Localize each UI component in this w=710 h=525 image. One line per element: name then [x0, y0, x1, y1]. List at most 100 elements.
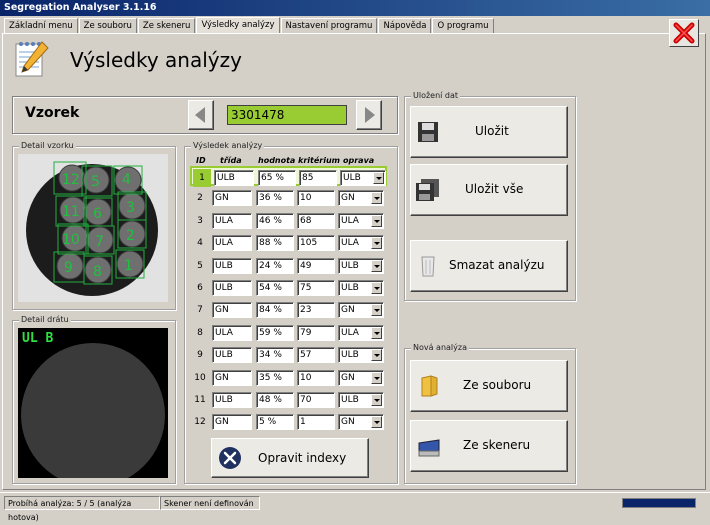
table-row[interactable]: 7 GN 84 % 23 GN	[190, 300, 387, 320]
class-cell[interactable]: GN	[212, 370, 252, 386]
tab-results[interactable]: Výsledky analýzy	[196, 17, 280, 33]
chevron-down-icon[interactable]	[371, 394, 382, 406]
criterion-cell[interactable]: 79	[297, 325, 335, 341]
tab-about[interactable]: O programu	[432, 18, 494, 33]
value-cell-text: 35 %	[259, 373, 282, 383]
chevron-down-icon[interactable]	[373, 172, 384, 184]
criterion-cell[interactable]: 10	[297, 370, 335, 386]
table-row[interactable]: 5 ULB 24 % 49 ULB	[190, 256, 387, 276]
class-cell[interactable]: ULA	[212, 325, 252, 341]
class-cell[interactable]: ULB	[214, 170, 254, 186]
correction-select[interactable]: ULB	[338, 280, 384, 296]
chevron-down-icon[interactable]	[371, 327, 382, 339]
value-cell[interactable]: 34 %	[256, 347, 294, 363]
region-number: 8	[93, 264, 102, 280]
criterion-cell[interactable]: 85	[299, 170, 337, 186]
criterion-cell[interactable]: 49	[297, 258, 335, 274]
delete-analysis-label: Smazat analýzu	[449, 258, 545, 272]
table-row[interactable]: 2 GN 36 % 10 GN	[190, 188, 387, 208]
class-cell[interactable]: GN	[212, 302, 252, 318]
correction-select[interactable]: GN	[338, 302, 384, 318]
correction-select[interactable]: ULB	[338, 347, 384, 363]
value-cell[interactable]: 35 %	[256, 370, 294, 386]
table-row[interactable]: 4 ULA 88 % 105 ULA	[190, 233, 387, 253]
tab-from-scanner[interactable]: Ze skeneru	[137, 18, 196, 33]
criterion-cell-text: 49	[300, 261, 312, 271]
class-cell-text: GN	[215, 193, 229, 203]
value-cell-text: 46 %	[259, 216, 282, 226]
tab-main-menu[interactable]: Základní menu	[4, 18, 78, 33]
criterion-cell[interactable]: 70	[297, 392, 335, 408]
save-button[interactable]: Uložit	[410, 106, 568, 158]
value-cell[interactable]: 5 %	[256, 414, 294, 430]
correction-select[interactable]: GN	[338, 414, 384, 430]
save-all-button[interactable]: Uložit vše	[410, 164, 568, 216]
table-row[interactable]: 10 GN 35 % 10 GN	[190, 368, 387, 388]
arrow-left-icon	[195, 107, 205, 123]
criterion-cell[interactable]: 1	[297, 414, 335, 430]
correction-select[interactable]: ULB	[338, 258, 384, 274]
value-cell[interactable]: 59 %	[256, 325, 294, 341]
correction-select[interactable]: GN	[338, 190, 384, 206]
value-cell[interactable]: 54 %	[256, 280, 294, 296]
chevron-down-icon[interactable]	[371, 372, 382, 384]
class-cell[interactable]: GN	[212, 414, 252, 430]
previous-sample-button[interactable]	[188, 100, 214, 130]
criterion-cell[interactable]: 23	[297, 302, 335, 318]
chevron-down-icon[interactable]	[371, 237, 382, 249]
class-cell[interactable]: ULB	[212, 280, 252, 296]
chevron-down-icon[interactable]	[371, 260, 382, 272]
value-cell[interactable]: 84 %	[256, 302, 294, 318]
delete-analysis-button[interactable]: Smazat analýzu	[410, 240, 568, 292]
region-number: 1	[124, 258, 133, 274]
table-row[interactable]: 12 GN 5 % 1 GN	[190, 412, 387, 432]
chevron-down-icon[interactable]	[371, 215, 382, 227]
chevron-down-icon[interactable]	[371, 192, 382, 204]
from-scanner-button[interactable]: Ze skeneru	[410, 420, 568, 472]
chevron-down-icon[interactable]	[371, 416, 382, 428]
criterion-cell[interactable]: 105	[297, 235, 335, 251]
correction-select[interactable]: ULA	[338, 213, 384, 229]
correction-select[interactable]: ULA	[338, 325, 384, 341]
table-row[interactable]: 3 ULA 46 % 68 ULA	[190, 211, 387, 231]
class-cell[interactable]: ULA	[212, 213, 252, 229]
value-cell[interactable]: 46 %	[256, 213, 294, 229]
tab-help[interactable]: Nápověda	[378, 18, 432, 33]
status-bar: Probíhá analýza: 5 / 5 (analýza hotova) …	[0, 492, 710, 522]
class-cell[interactable]: GN	[212, 190, 252, 206]
criterion-cell[interactable]: 57	[297, 347, 335, 363]
class-cell[interactable]: ULB	[212, 347, 252, 363]
from-file-button[interactable]: Ze souboru	[410, 360, 568, 412]
table-row[interactable]: 1 ULB 65 % 85 ULB	[190, 166, 387, 187]
criterion-cell[interactable]: 68	[297, 213, 335, 229]
value-cell[interactable]: 36 %	[256, 190, 294, 206]
class-cell[interactable]: ULB	[212, 258, 252, 274]
table-row[interactable]: 6 ULB 54 % 75 ULB	[190, 278, 387, 298]
value-cell[interactable]: 48 %	[256, 392, 294, 408]
table-row[interactable]: 9 ULB 34 % 57 ULB	[190, 345, 387, 365]
value-cell[interactable]: 24 %	[256, 258, 294, 274]
fix-indexes-button[interactable]: Opravit indexy	[211, 438, 369, 478]
new-analysis-label: Nová analýza	[411, 343, 469, 352]
sample-id-field[interactable]: 3301478	[227, 105, 347, 125]
correction-select[interactable]: GN	[338, 370, 384, 386]
chevron-down-icon[interactable]	[371, 349, 382, 361]
value-cell[interactable]: 88 %	[256, 235, 294, 251]
table-row[interactable]: 8 ULA 59 % 79 ULA	[190, 323, 387, 343]
correction-select[interactable]: ULB	[338, 392, 384, 408]
correction-select[interactable]: ULB	[340, 170, 386, 186]
chevron-down-icon[interactable]	[371, 282, 382, 294]
criterion-cell[interactable]: 75	[297, 280, 335, 296]
tab-from-file[interactable]: Ze souboru	[78, 18, 137, 33]
criterion-cell[interactable]: 10	[297, 190, 335, 206]
correction-select-text: ULA	[341, 328, 359, 338]
table-row[interactable]: 11 ULB 48 % 70 ULB	[190, 390, 387, 410]
correction-select[interactable]: ULA	[338, 235, 384, 251]
tab-settings[interactable]: Nastavení programu	[280, 18, 378, 33]
class-cell[interactable]: ULA	[212, 235, 252, 251]
close-button[interactable]	[669, 19, 699, 47]
value-cell[interactable]: 65 %	[258, 170, 296, 186]
next-sample-button[interactable]	[356, 100, 382, 130]
class-cell[interactable]: ULB	[212, 392, 252, 408]
chevron-down-icon[interactable]	[371, 304, 382, 316]
